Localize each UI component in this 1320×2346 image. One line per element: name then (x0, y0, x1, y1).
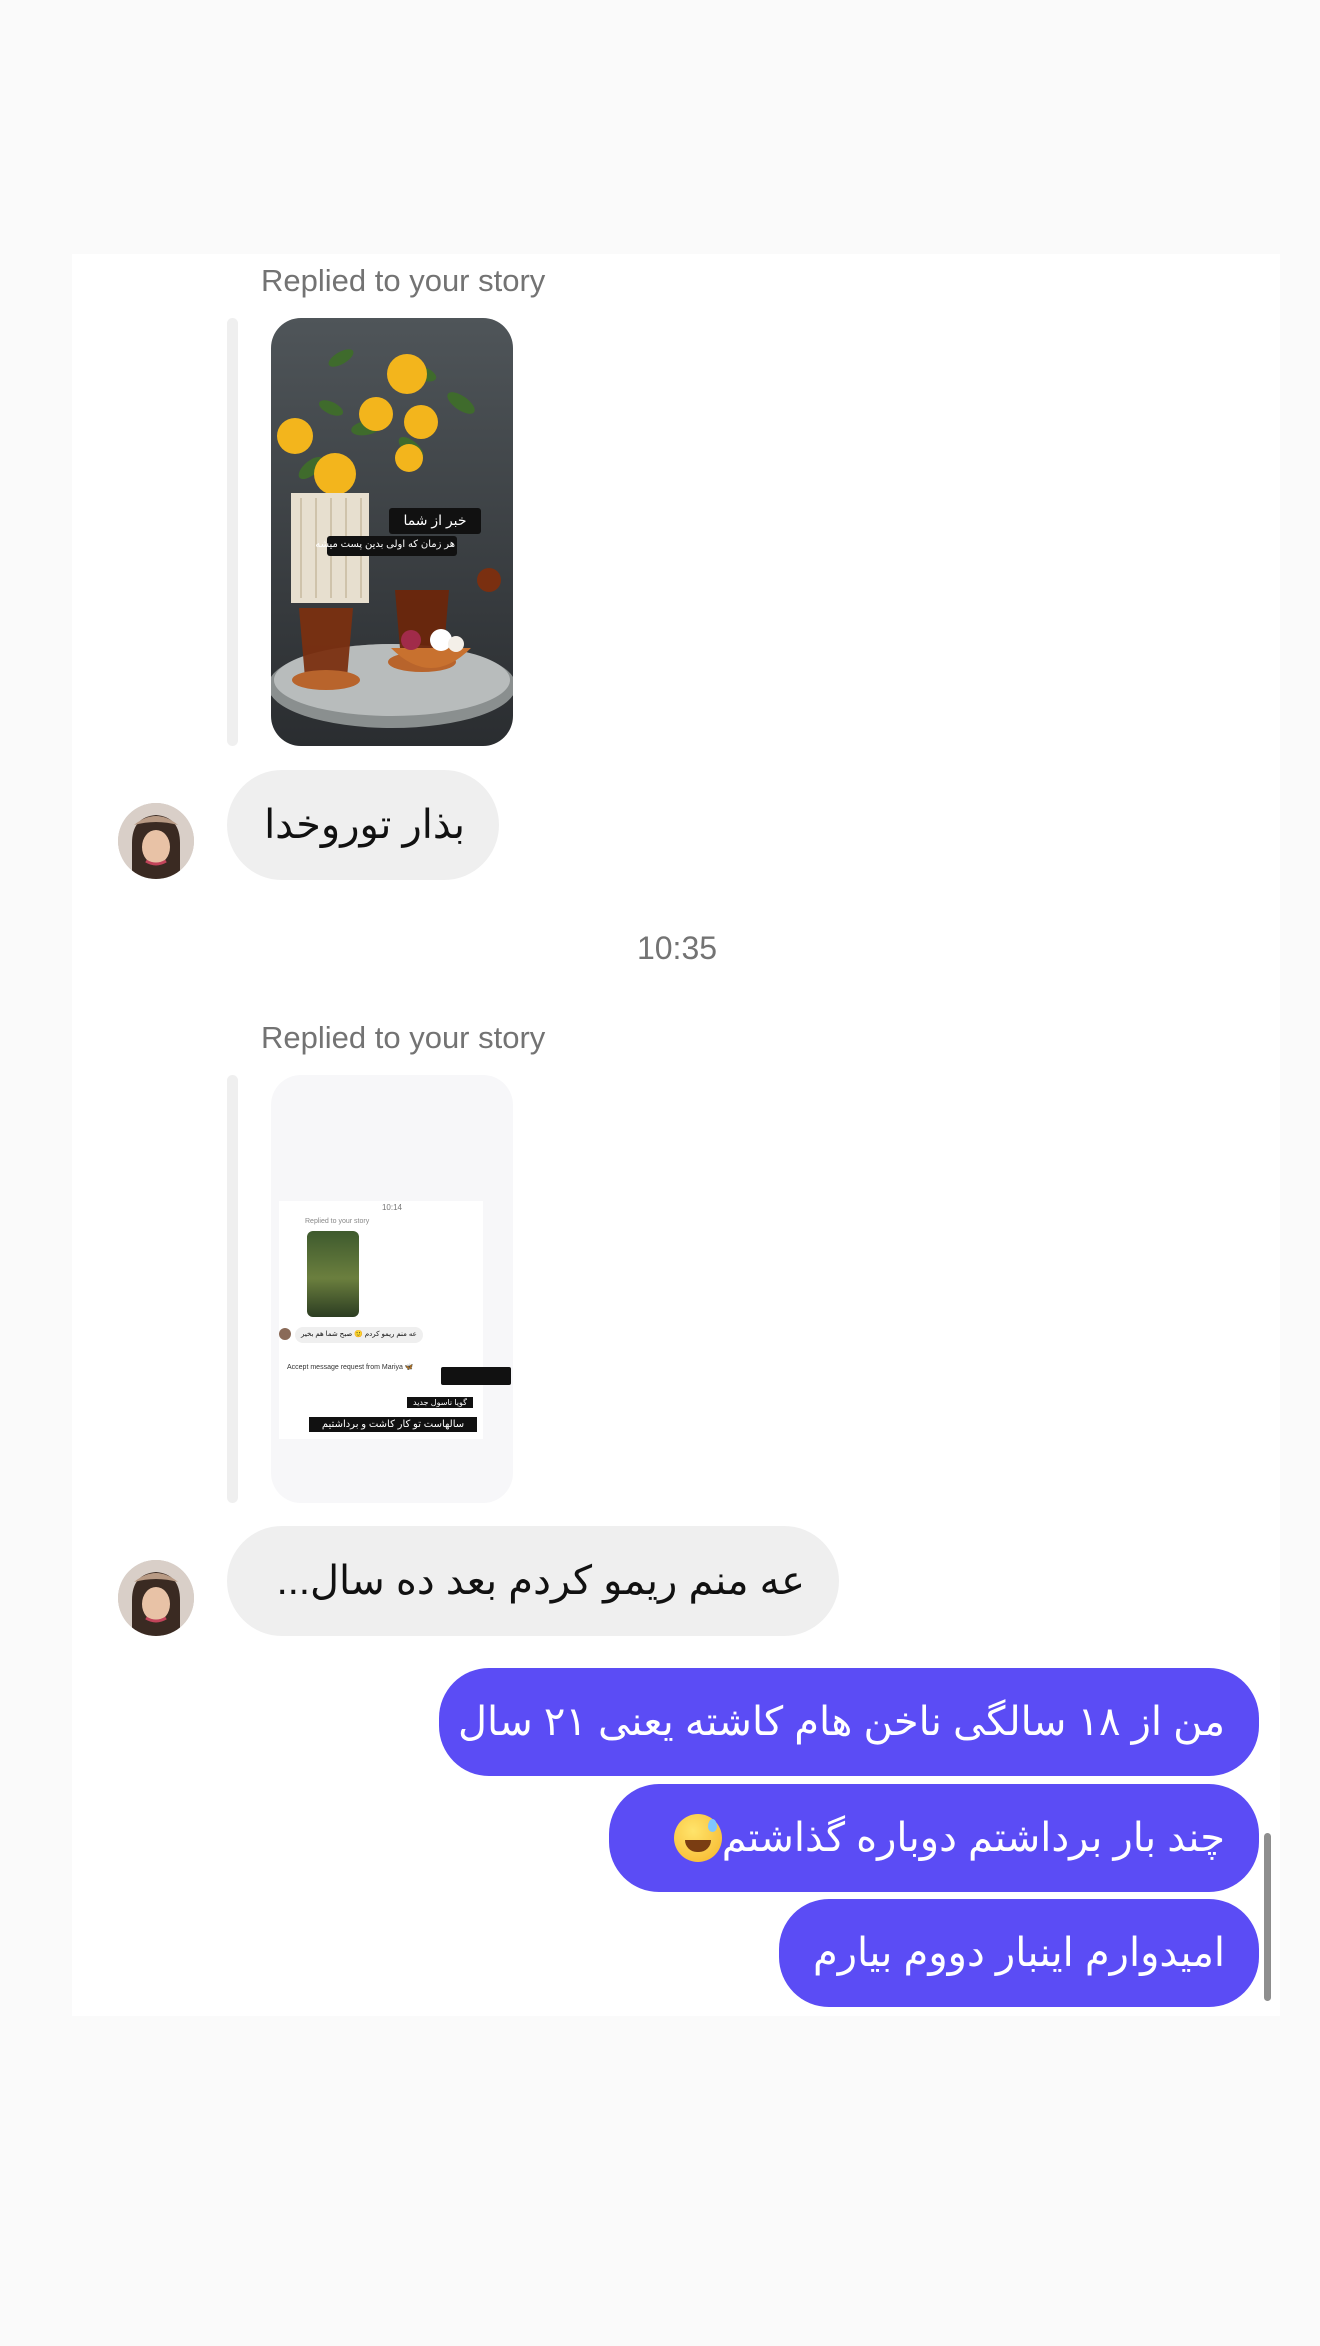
story-thumbnail[interactable]: 10:14 Replied to your story عه منم ریمو … (271, 1075, 513, 1503)
reply-quote-bar (227, 1075, 238, 1503)
story-caption-1: گویا ناسول جدید (407, 1397, 473, 1408)
story-image (271, 318, 513, 746)
story-thumbnail[interactable]: خبر از شما هر زمان که اولی بدین پست میشه (271, 318, 513, 746)
story-screenshot-request: Accept message request from Mariya 🦋 (287, 1364, 414, 1371)
incoming-message[interactable]: عه منم ریمو کردم بعد ده سال... (227, 1526, 839, 1636)
avatar-image (118, 803, 194, 879)
story-caption-1: خبر از شما (403, 512, 467, 528)
story-screenshot-time: 10:14 (381, 1203, 403, 1212)
incoming-message[interactable]: بذار توروخدا (227, 770, 499, 880)
outgoing-message[interactable]: چند بار برداشتم دوباره گذاشتم (609, 1784, 1259, 1892)
sender-avatar[interactable] (118, 803, 194, 879)
story-screenshot-avatar (279, 1328, 291, 1340)
grinning-sweat-emoji-icon (673, 1814, 722, 1862)
timestamp: 10:35 (636, 930, 718, 966)
reply-quote-bar (227, 318, 238, 746)
story-screenshot-replied: Replied to your story (305, 1218, 370, 1225)
replied-to-story-label: Replied to your story (261, 263, 546, 298)
outgoing-message[interactable]: امیدوارم اینبار دووم بیارم (779, 1899, 1259, 2007)
sender-avatar[interactable] (118, 1560, 194, 1636)
story-screenshot-thumb (307, 1231, 359, 1317)
story-caption-2: هر زمان که اولی بدین پست میشه (315, 539, 455, 550)
outgoing-message[interactable]: من از ۱۸ سالگی ناخن هام کاشته یعنی ۲۱ سا… (439, 1668, 1259, 1776)
story-screenshot-message: عه منم ریمو کردم 🙂 صبح شما هم بخیر (295, 1327, 423, 1343)
outgoing-message-text: چند بار برداشتم دوباره گذاشتم (721, 1816, 1225, 1860)
scrollbar[interactable] (1264, 1833, 1271, 2001)
avatar-image (118, 1560, 194, 1636)
story-screenshot-sticker (441, 1367, 511, 1385)
replied-to-story-label: Replied to your story (261, 1020, 546, 1055)
story-caption-2: سالهاست تو کار کاشت و برداشتیم (309, 1417, 477, 1432)
